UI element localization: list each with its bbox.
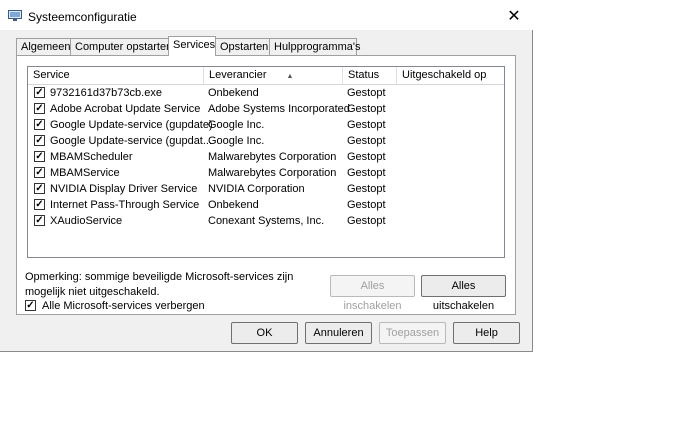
hide-microsoft-services-label: Alle Microsoft-services verbergen [42,300,205,312]
ok-button[interactable]: OK [231,322,298,344]
table-row[interactable]: ✓ Google Update-service (gupdate) Google… [28,117,504,133]
service-checkbox[interactable]: ✓ [34,151,45,162]
microsoft-services-note: Opmerking: sommige beveiligde Microsoft-… [25,271,294,298]
service-name: MBAMScheduler [50,151,133,163]
table-row[interactable]: ✓ Google Update-service (gupdat... Googl… [28,133,504,149]
cancel-button[interactable]: Annuleren [305,322,372,344]
column-header-label: Service [33,69,70,81]
tab-opstarten[interactable]: Opstarten [215,38,270,55]
close-button[interactable]: ✕ [504,8,524,26]
services-list[interactable]: Service Leverancier ▲ Status Uitgeschakel… [27,66,505,258]
service-name: Internet Pass-Through Service [50,199,200,211]
service-vendor: Malwarebytes Corporation [208,167,337,179]
table-row[interactable]: ✓ MBAMScheduler Malwarebytes Corporation… [28,149,504,165]
service-vendor: Google Inc. [208,119,265,131]
column-header-label: Uitgeschakeld op [402,69,487,81]
system-configuration-window: Systeemconfiguratie ✕ Algemeen Computer … [0,0,533,352]
services-panel: Service Leverancier ▲ Status Uitgeschakel… [16,55,516,315]
service-vendor: NVIDIA Corporation [208,183,305,195]
title-bar: Systeemconfiguratie ✕ [0,0,533,30]
disable-all-button[interactable]: Alles uitschakelen [421,275,506,312]
column-header-label: Leverancier [209,69,267,81]
sort-ascending-icon: ▲ [286,73,294,80]
column-header-vendor[interactable]: Leverancier ▲ [204,67,343,84]
service-status: Gestopt [347,215,386,227]
list-header: Service Leverancier ▲ Status Uitgeschakel… [28,67,504,85]
service-name: Adobe Acrobat Update Service [50,103,201,115]
service-vendor: Conexant Systems, Inc. [208,215,325,227]
tab-algemeen[interactable]: Algemeen [16,38,71,55]
service-name: MBAMService [50,167,120,179]
msconfig-app-icon [8,10,22,21]
service-checkbox[interactable]: ✓ [34,199,45,210]
service-name: Google Update-service (gupdat... [50,135,213,147]
service-status: Gestopt [347,119,386,131]
service-status: Gestopt [347,103,386,115]
service-checkbox[interactable]: ✓ [34,103,45,114]
tab-services[interactable]: Services [168,36,216,56]
service-vendor: Google Inc. [208,135,265,147]
service-status: Gestopt [347,135,386,147]
tab-computer-opstarten[interactable]: Computer opstarten [70,38,172,55]
table-row[interactable]: ✓ MBAMService Malwarebytes Corporation G… [28,165,504,181]
service-status: Gestopt [347,199,386,211]
table-row[interactable]: ✓ Internet Pass-Through Service Onbekend… [28,197,504,213]
service-vendor: Malwarebytes Corporation [208,151,337,163]
service-checkbox[interactable]: ✓ [34,215,45,226]
table-row[interactable]: ✓ XAudioService Conexant Systems, Inc. G… [28,213,504,229]
apply-button[interactable]: Toepassen [379,322,446,344]
help-button[interactable]: Help [453,322,520,344]
service-name: XAudioService [50,215,123,227]
table-row[interactable]: ✓ 9732161d37b73cb.exe Onbekend Gestopt [28,85,504,101]
service-status: Gestopt [347,87,386,99]
service-name: Google Update-service (gupdate) [50,119,213,131]
service-status: Gestopt [347,183,386,195]
service-name: NVIDIA Display Driver Service [50,183,198,195]
window-title: Systeemconfiguratie [28,10,137,24]
service-status: Gestopt [347,151,386,163]
close-icon: ✕ [507,8,521,25]
enable-all-button[interactable]: Alles inschakelen [330,275,415,312]
column-header-label: Status [348,69,380,81]
column-header-service[interactable]: Service [28,67,204,84]
hide-microsoft-services-checkbox[interactable]: ✓ [25,300,36,311]
service-vendor: Onbekend [208,199,259,211]
service-checkbox[interactable]: ✓ [34,87,45,98]
service-checkbox[interactable]: ✓ [34,135,45,146]
service-checkbox[interactable]: ✓ [34,119,45,130]
service-vendor: Adobe Systems Incorporated [208,103,350,115]
column-header-status[interactable]: Status [343,67,397,84]
tab-hulpprogrammas[interactable]: Hulpprogramma's [269,38,360,55]
service-checkbox[interactable]: ✓ [34,183,45,194]
service-status: Gestopt [347,167,386,179]
table-row[interactable]: ✓ Adobe Acrobat Update Service Adobe Sys… [28,101,504,117]
table-row[interactable]: ✓ NVIDIA Display Driver Service NVIDIA C… [28,181,504,197]
column-header-disabled-on[interactable]: Uitgeschakeld op [397,67,506,84]
service-checkbox[interactable]: ✓ [34,167,45,178]
service-name: 9732161d37b73cb.exe [50,87,162,99]
service-vendor: Onbekend [208,87,259,99]
